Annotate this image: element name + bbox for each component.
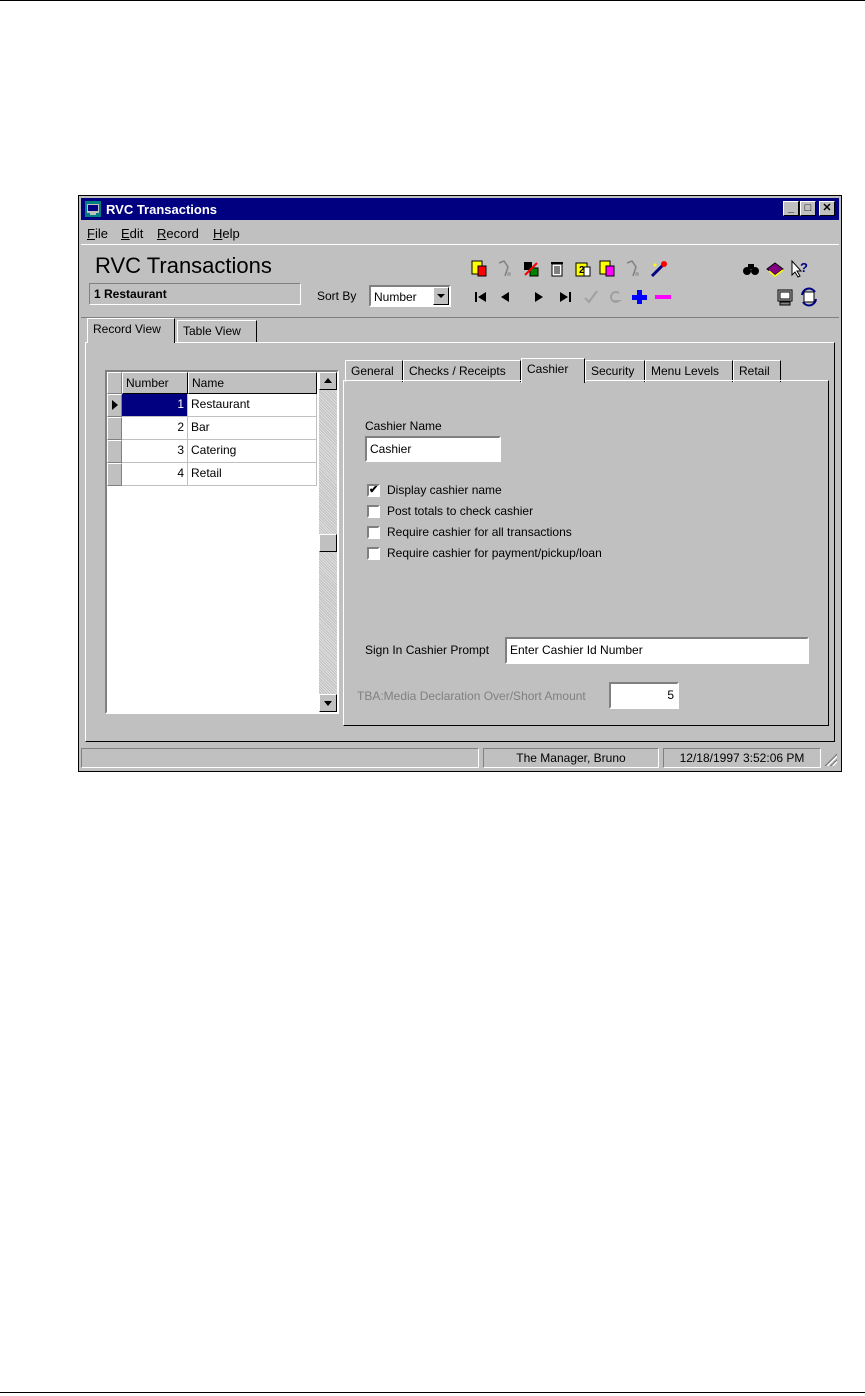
require-cashier-all-label: Require cashier for all transactions: [387, 525, 572, 539]
scroll-thumb[interactable]: [319, 534, 337, 552]
sort-by-label: Sort By: [317, 289, 357, 303]
sort-by-value: Number: [374, 290, 417, 304]
status-datetime: 12/18/1997 3:52:06 PM: [663, 748, 821, 768]
scroll-down-button[interactable]: [319, 694, 337, 712]
tab-record-view[interactable]: Record View: [87, 318, 175, 343]
revert-icon[interactable]: [605, 287, 625, 307]
plus-icon[interactable]: [629, 287, 649, 307]
refresh-icon[interactable]: [799, 287, 819, 307]
row-indicator-selected[interactable]: [107, 394, 122, 417]
menu-bar: File Edit Record Help: [81, 222, 839, 242]
menu-help[interactable]: Help: [213, 226, 240, 241]
rvc-transactions-window: RVC Transactions _ □ ✕ File Edit Record …: [78, 195, 842, 772]
table-row-number[interactable]: 4: [122, 463, 188, 486]
app-icon: [85, 201, 101, 217]
copy-icon[interactable]: [495, 259, 515, 279]
column-header-name[interactable]: Name: [188, 372, 317, 394]
paste-icon[interactable]: 2: [573, 259, 593, 279]
tba-over-short-input[interactable]: 5: [609, 682, 679, 709]
maximize-button[interactable]: □: [800, 201, 816, 216]
book-icon[interactable]: [765, 259, 785, 279]
row-indicator[interactable]: [107, 417, 122, 440]
monitor-icon[interactable]: [775, 287, 795, 307]
last-icon[interactable]: [555, 287, 575, 307]
arrow-down-icon: [324, 701, 332, 706]
table-row-number[interactable]: 2: [122, 417, 188, 440]
table-row-name[interactable]: Restaurant: [188, 394, 317, 417]
table-row-name[interactable]: Catering: [188, 440, 317, 463]
cashier-name-input[interactable]: Cashier: [365, 436, 501, 462]
display-cashier-name-checkbox[interactable]: ✔: [367, 484, 380, 497]
help-icon[interactable]: ?: [789, 259, 809, 279]
sign-in-prompt-input[interactable]: Enter Cashier Id Number: [505, 637, 809, 664]
tab-retail[interactable]: Retail: [733, 360, 781, 382]
tab-cashier[interactable]: Cashier: [521, 358, 585, 383]
resize-grip-icon[interactable]: [823, 752, 837, 766]
delete-icon[interactable]: [547, 259, 567, 279]
table-row-name[interactable]: Retail: [188, 463, 317, 486]
require-cashier-payment-checkbox[interactable]: [367, 547, 380, 560]
title-bar[interactable]: RVC Transactions _ □ ✕: [81, 198, 839, 220]
header-toolbar: RVC Transactions 1 Restaurant Sort By Nu…: [81, 244, 839, 318]
status-user: The Manager, Bruno: [483, 748, 659, 768]
scroll-up-button[interactable]: [319, 372, 337, 390]
close-button[interactable]: ✕: [819, 201, 835, 216]
table-row-name[interactable]: Bar: [188, 417, 317, 440]
minus-icon[interactable]: [653, 287, 673, 307]
tab-menu-levels[interactable]: Menu Levels: [645, 360, 733, 382]
add-record-icon[interactable]: [469, 259, 489, 279]
require-cashier-all-checkbox[interactable]: [367, 526, 380, 539]
svg-text:?: ?: [800, 260, 808, 275]
current-record-display: 1 Restaurant: [89, 283, 301, 305]
tab-table-view[interactable]: Table View: [177, 320, 257, 342]
column-header-number[interactable]: Number: [122, 372, 188, 394]
sign-in-prompt-label: Sign In Cashier Prompt: [365, 643, 490, 657]
require-cashier-payment-label: Require cashier for payment/pickup/loan: [387, 546, 602, 560]
display-cashier-name-label: Display cashier name: [387, 483, 502, 497]
window-title: RVC Transactions: [106, 202, 218, 217]
page-bottom-rule: [0, 1392, 865, 1393]
tab-checks-receipts[interactable]: Checks / Receipts: [403, 360, 521, 382]
prev-icon[interactable]: [495, 287, 515, 307]
current-row-arrow-icon: [112, 400, 118, 410]
undo-icon[interactable]: [623, 259, 643, 279]
next-icon[interactable]: [529, 287, 549, 307]
page-top-rule: [0, 0, 865, 1]
tba-over-short-label: TBA:Media Declaration Over/Short Amount: [357, 689, 586, 703]
confirm-icon[interactable]: [581, 287, 601, 307]
tab-general[interactable]: General: [345, 360, 403, 382]
status-message-pane: [81, 748, 479, 768]
table-row-number[interactable]: 1: [122, 394, 188, 417]
first-icon[interactable]: [471, 287, 491, 307]
arrow-up-icon: [324, 378, 332, 383]
record-grid[interactable]: Number Name 1 Restaurant 2 Bar 3 Caterin…: [105, 370, 339, 714]
cashier-name-label: Cashier Name: [365, 419, 442, 433]
status-bar: The Manager, Bruno 12/18/1997 3:52:06 PM: [81, 748, 839, 768]
minimize-button[interactable]: _: [783, 201, 799, 216]
menu-file[interactable]: File: [87, 226, 108, 241]
menu-record[interactable]: Record: [157, 226, 199, 241]
post-totals-checkbox[interactable]: [367, 505, 380, 518]
row-indicator[interactable]: [107, 463, 122, 486]
grid-scrollbar[interactable]: [319, 372, 337, 712]
grid-header: Number Name: [107, 372, 317, 394]
chevron-down-icon[interactable]: [433, 287, 449, 305]
table-row-number[interactable]: 3: [122, 440, 188, 463]
duplicate-icon[interactable]: [597, 259, 617, 279]
menu-edit[interactable]: Edit: [121, 226, 143, 241]
sort-by-select[interactable]: Number: [369, 285, 451, 307]
post-totals-label: Post totals to check cashier: [387, 504, 534, 518]
tab-security[interactable]: Security: [585, 360, 645, 382]
find-icon[interactable]: [741, 259, 761, 279]
row-indicator[interactable]: [107, 440, 122, 463]
edit-icon[interactable]: [521, 259, 541, 279]
form-heading: RVC Transactions: [95, 253, 272, 278]
wand-icon[interactable]: [649, 259, 669, 279]
header-indicator: [107, 372, 122, 394]
